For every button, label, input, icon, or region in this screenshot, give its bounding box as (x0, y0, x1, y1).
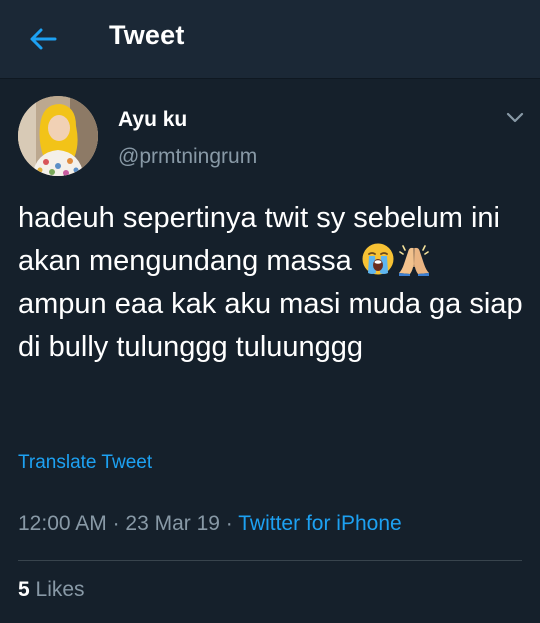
tweet-time: 12:00 AM (18, 512, 107, 535)
tweet-text: hadeuh sepertinya twit sy sebelum ini ak… (18, 197, 523, 369)
avatar-photo (18, 96, 98, 176)
tweet-detail-screen: Tweet Ayu ku @prmtningrum hadeuh seperti… (0, 0, 540, 623)
page-title: Tweet (109, 20, 185, 50)
tweet-text-part2: ampun eaa kak aku masi muda ga siap di b… (18, 288, 523, 363)
tweet-menu-button[interactable] (501, 106, 529, 130)
author-handle[interactable]: @prmtningrum (118, 145, 257, 169)
chevron-down-icon (506, 112, 524, 123)
meta-separator: · (219, 512, 239, 535)
likes-count: 5 (18, 578, 30, 601)
tweet-date: 23 Mar 19 (125, 512, 220, 535)
tweet-metadata: 12:00 AM · 23 Mar 19 · Twitter for iPhon… (18, 512, 402, 536)
back-button[interactable] (26, 22, 60, 56)
translate-tweet-link[interactable]: Translate Tweet (18, 452, 152, 474)
author-name[interactable]: Ayu ku (118, 108, 187, 132)
likes-button[interactable]: 5 Likes (18, 578, 85, 602)
divider (18, 560, 522, 561)
tweet-source-link[interactable]: Twitter for iPhone (238, 512, 401, 535)
likes-label: Likes (35, 578, 85, 601)
top-bar: Tweet (0, 0, 540, 79)
folded-hands-icon (397, 242, 431, 276)
meta-separator: · (106, 512, 126, 535)
back-arrow-icon (30, 28, 57, 50)
avatar[interactable] (18, 96, 98, 176)
loudly-crying-face-icon (361, 242, 395, 276)
